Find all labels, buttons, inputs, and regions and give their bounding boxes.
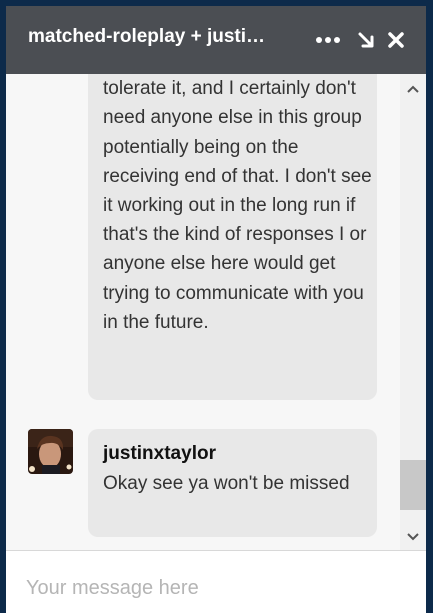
chat-header: matched-roleplay + justi… <box>6 6 426 74</box>
minimize-button[interactable] <box>354 26 378 54</box>
message-input[interactable] <box>26 571 406 605</box>
chat-title[interactable]: matched-roleplay + justi… <box>28 26 298 48</box>
scrollbar-thumb[interactable] <box>400 460 426 510</box>
message-text: Okay see ya won't be missed <box>103 473 350 494</box>
ellipsis-icon <box>315 37 342 43</box>
close-icon <box>388 32 404 48</box>
message-composer <box>6 551 426 613</box>
message-bubble: uncalled for. I don't need to tolerate i… <box>88 74 377 400</box>
close-button[interactable] <box>384 26 408 54</box>
chat-window: matched-roleplay + justi… uncalled for. … <box>6 6 426 613</box>
message-author[interactable]: justinxtaylor <box>103 439 216 468</box>
minimize-arrow-icon <box>358 32 374 48</box>
message-list[interactable]: uncalled for. I don't need to tolerate i… <box>6 74 400 550</box>
scroll-up-button[interactable] <box>400 78 426 100</box>
scrollbar[interactable] <box>400 74 426 550</box>
more-options-button[interactable] <box>312 26 344 54</box>
scroll-down-button[interactable] <box>400 526 426 548</box>
chevron-up-icon <box>407 85 419 93</box>
message-bubble: justinxtaylor Okay see ya won't be misse… <box>88 429 377 537</box>
message-text: uncalled for. I don't need to tolerate i… <box>103 78 372 333</box>
chevron-down-icon <box>407 533 419 541</box>
avatar[interactable] <box>28 429 73 474</box>
